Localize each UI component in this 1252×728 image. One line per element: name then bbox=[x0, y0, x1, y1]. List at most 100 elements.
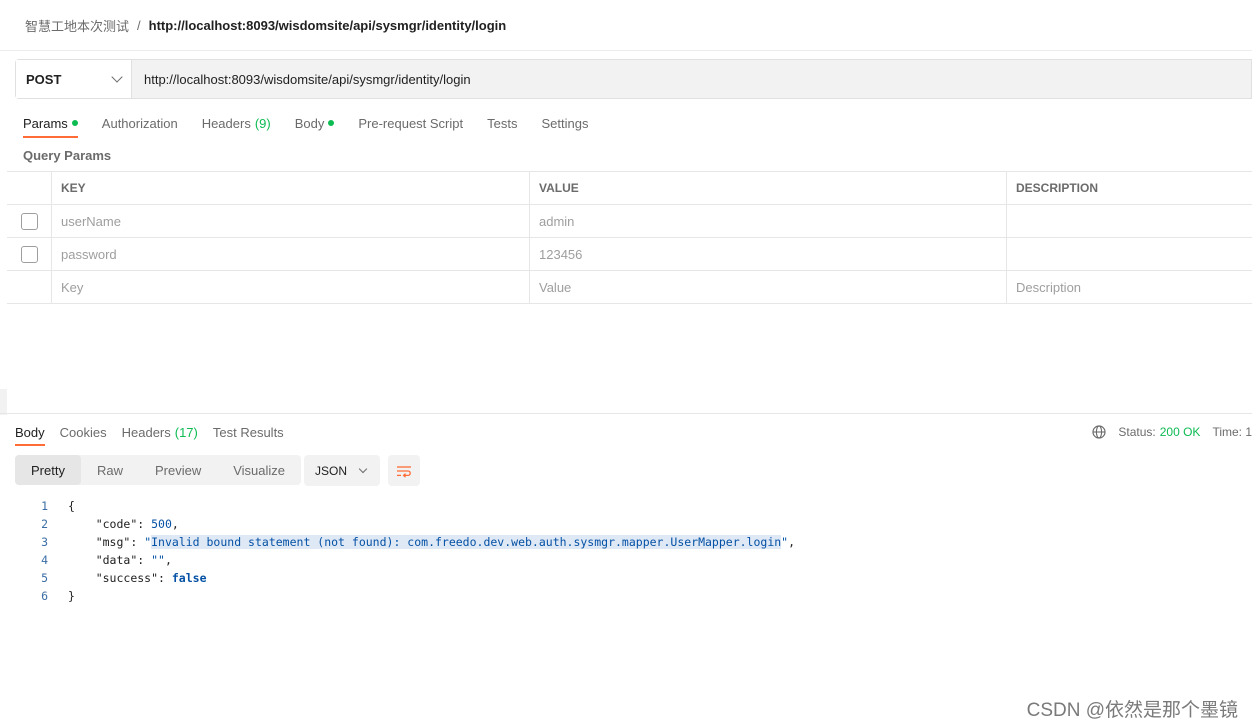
line-number: 6 bbox=[41, 589, 48, 603]
param-description-cell[interactable] bbox=[1007, 238, 1252, 270]
code-line: 6 } bbox=[0, 587, 1252, 605]
response-tabs: Body Cookies Headers (17) Test Results bbox=[15, 418, 299, 446]
column-header-key: KEY bbox=[52, 172, 530, 204]
headers-count: (9) bbox=[254, 115, 271, 131]
breadcrumb-collection[interactable]: 智慧工地本次测试 bbox=[25, 16, 129, 35]
format-label: JSON bbox=[315, 463, 348, 478]
response-tab-headers-label: Headers bbox=[121, 424, 171, 440]
code-line: 2 "code": 500, bbox=[0, 515, 1252, 533]
table-row: userName admin bbox=[7, 205, 1252, 238]
code-line: 5 "success": false bbox=[0, 569, 1252, 587]
wrap-lines-icon bbox=[397, 465, 411, 478]
code-text: } bbox=[68, 589, 75, 603]
column-header-value: VALUE bbox=[530, 172, 1007, 204]
json-number: 500 bbox=[151, 517, 172, 531]
format-select[interactable]: JSON bbox=[304, 455, 380, 486]
json-quote: " bbox=[781, 535, 789, 549]
code-line: 4 "data": "", bbox=[0, 551, 1252, 569]
line-number: 4 bbox=[41, 553, 48, 567]
wrap-lines-button[interactable] bbox=[388, 455, 420, 486]
response-tab-body[interactable]: Body bbox=[15, 418, 45, 446]
url-bar: POST http://localhost:8093/wisdomsite/ap… bbox=[15, 59, 1252, 99]
params-indicator-dot bbox=[71, 120, 78, 126]
method-select[interactable]: POST bbox=[16, 60, 132, 98]
tab-body[interactable]: Body bbox=[295, 108, 335, 138]
tab-params-label: Params bbox=[23, 115, 68, 131]
response-tab-test-results[interactable]: Test Results bbox=[213, 418, 284, 446]
tab-settings[interactable]: Settings bbox=[541, 108, 588, 138]
tab-prerequest-script[interactable]: Pre-request Script bbox=[358, 108, 463, 138]
globe-icon[interactable] bbox=[1092, 425, 1106, 439]
status-label: Status: bbox=[1118, 425, 1156, 439]
breadcrumb: 智慧工地本次测试 / http://localhost:8093/wisdoms… bbox=[0, 0, 1252, 51]
table-row: password 123456 bbox=[7, 238, 1252, 271]
tab-authorization[interactable]: Authorization bbox=[102, 108, 178, 138]
param-value-cell[interactable]: admin bbox=[530, 205, 1007, 237]
query-params-title: Query Params bbox=[23, 148, 112, 163]
row-checkbox-cell bbox=[7, 238, 52, 270]
line-number: 3 bbox=[41, 535, 48, 549]
code-line: 3 "msg": "Invalid bound statement (not f… bbox=[0, 533, 1252, 551]
json-key: "code" bbox=[95, 517, 138, 531]
new-value-input[interactable]: Value bbox=[530, 271, 1007, 303]
view-preview-button[interactable]: Preview bbox=[139, 455, 217, 485]
tab-params[interactable]: Params bbox=[23, 108, 78, 138]
watermark: CSDN @依然是那个墨镜 bbox=[1026, 700, 1238, 721]
code-text: "code": 500, bbox=[95, 517, 179, 531]
param-key-cell[interactable]: password bbox=[52, 238, 530, 270]
response-tab-headers[interactable]: Headers (17) bbox=[122, 418, 198, 446]
param-key-cell[interactable]: userName bbox=[52, 205, 530, 237]
line-number: 2 bbox=[41, 517, 48, 531]
new-key-input[interactable]: Key bbox=[52, 271, 530, 303]
json-string-selected: Invalid bound statement (not found): com… bbox=[151, 535, 782, 549]
json-string: "" bbox=[151, 553, 165, 567]
chevron-down-icon bbox=[358, 464, 368, 473]
view-visualize-button[interactable]: Visualize bbox=[217, 455, 301, 485]
tab-headers-label: Headers bbox=[201, 115, 251, 131]
row-checkbox-cell bbox=[7, 205, 52, 237]
response-body-code[interactable]: 1 { 2 "code": 500, 3 "msg": "Invalid bou… bbox=[0, 497, 1252, 605]
response-tab-cookies[interactable]: Cookies bbox=[60, 418, 107, 446]
param-value-cell[interactable]: 123456 bbox=[530, 238, 1007, 270]
json-key: "data" bbox=[95, 553, 138, 567]
line-number: 1 bbox=[41, 499, 48, 513]
code-text: "success": false bbox=[95, 571, 207, 585]
row-checkbox[interactable] bbox=[20, 245, 38, 263]
tab-tests[interactable]: Tests bbox=[487, 108, 517, 138]
breadcrumb-separator: / bbox=[137, 17, 141, 33]
empty-checkbox-cell bbox=[7, 271, 52, 303]
table-header-row: KEY VALUE DESCRIPTION bbox=[7, 172, 1252, 205]
body-indicator-dot bbox=[328, 120, 335, 126]
row-checkbox[interactable] bbox=[20, 212, 38, 230]
pane-divider[interactable] bbox=[0, 413, 1252, 414]
tab-body-label: Body bbox=[294, 115, 325, 131]
request-tabs: Params Authorization Headers (9) Body Pre… bbox=[23, 108, 612, 138]
json-key: "msg" bbox=[95, 535, 131, 549]
view-mode-group: Pretty Raw Preview Visualize bbox=[15, 455, 302, 485]
params-table: KEY VALUE DESCRIPTION userName admin pas… bbox=[7, 171, 1252, 304]
param-description-cell[interactable] bbox=[1007, 205, 1252, 237]
breadcrumb-request-name[interactable]: http://localhost:8093/wisdomsite/api/sys… bbox=[149, 18, 507, 33]
column-header-description: DESCRIPTION bbox=[1016, 181, 1099, 195]
pane-resize-handle[interactable] bbox=[0, 389, 7, 415]
response-status-bar: Status: 200 OK Time: 1 bbox=[1092, 418, 1252, 446]
view-raw-button[interactable]: Raw bbox=[81, 455, 139, 485]
response-time[interactable]: Time: 1 bbox=[1212, 425, 1252, 439]
code-text: { bbox=[68, 499, 75, 513]
table-row-empty: Key Value Description bbox=[7, 271, 1252, 304]
view-pretty-button[interactable]: Pretty bbox=[15, 455, 81, 485]
response-headers-count: (17) bbox=[174, 424, 198, 440]
line-number: 5 bbox=[41, 571, 48, 585]
code-text: "msg": "Invalid bound statement (not fou… bbox=[95, 535, 796, 549]
new-description-input[interactable]: Description bbox=[1007, 271, 1252, 303]
method-label: POST bbox=[26, 71, 62, 87]
url-input[interactable]: http://localhost:8093/wisdomsite/api/sys… bbox=[132, 60, 1251, 98]
status-code[interactable]: 200 OK bbox=[1160, 425, 1201, 439]
json-boolean: false bbox=[171, 571, 207, 585]
chevron-down-icon bbox=[111, 71, 123, 83]
tab-headers[interactable]: Headers (9) bbox=[202, 108, 271, 138]
code-text: "data": "", bbox=[95, 553, 172, 567]
code-line: 1 { bbox=[0, 497, 1252, 515]
json-key: "success" bbox=[95, 571, 159, 585]
header-checkbox-cell bbox=[7, 172, 52, 204]
